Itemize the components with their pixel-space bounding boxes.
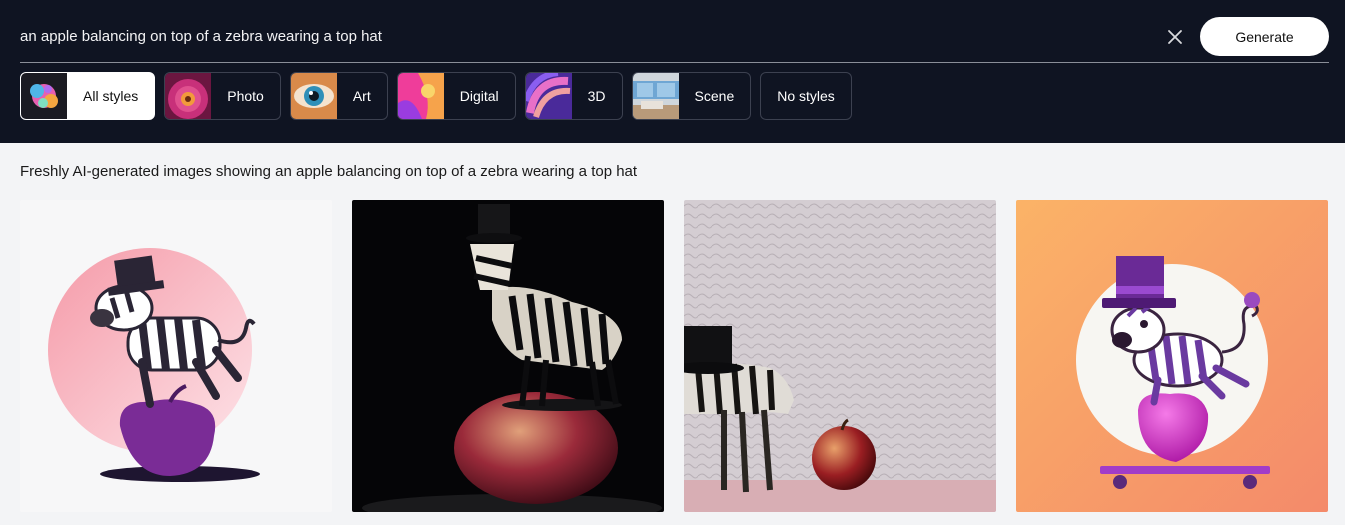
result-image-2[interactable] [352,200,664,512]
result-image-3[interactable] [684,200,996,512]
style-chip-3d[interactable]: 3D [524,72,623,120]
result-image-4[interactable] [1016,200,1328,512]
results-gallery [20,200,1328,512]
result-image-1[interactable] [20,200,332,512]
clear-prompt-button[interactable] [1163,25,1187,49]
swirl-3d-thumbnail-icon [525,73,572,119]
cartoon-zebra-skateboard-image [1016,200,1328,512]
header-bar: an apple balancing on top of a zebra wea… [0,0,1345,143]
paint-splash-thumbnail-icon [21,73,67,119]
eye-thumbnail-icon [290,73,337,119]
flower-thumbnail-icon [165,73,212,119]
generate-button[interactable]: Generate [1200,17,1329,56]
style-chip-scene[interactable]: Scene [631,72,752,120]
photo-zebra-beside-apple-image [684,200,996,512]
results-caption: Freshly AI-generated images showing an a… [20,163,638,180]
close-icon [1168,30,1182,44]
style-chip-label: 3D [587,88,606,104]
style-chip-label: Digital [459,88,499,104]
illustrated-zebra-image [20,200,332,512]
style-chip-label: No styles [777,88,835,104]
style-chip-label: Photo [227,88,264,104]
style-chip-label: All styles [83,88,139,104]
photo-zebra-figurine-image [352,200,664,512]
prompt-input[interactable]: an apple balancing on top of a zebra wea… [20,28,382,45]
style-chip-photo[interactable]: Photo [164,72,281,120]
digital-art-thumbnail-icon [397,73,444,119]
style-chip-all-styles[interactable]: All styles [20,72,156,120]
style-chip-label: Art [352,88,371,104]
style-chip-label: Scene [694,88,735,104]
prompt-divider [20,62,1329,63]
style-chip-art[interactable]: Art [289,72,388,120]
style-chip-no-styles[interactable]: No styles [760,72,852,120]
room-scene-thumbnail-icon [632,73,679,119]
style-chip-digital[interactable]: Digital [396,72,516,120]
style-chip-row: All styles Photo Art Digital 3D Scene No… [20,72,852,120]
